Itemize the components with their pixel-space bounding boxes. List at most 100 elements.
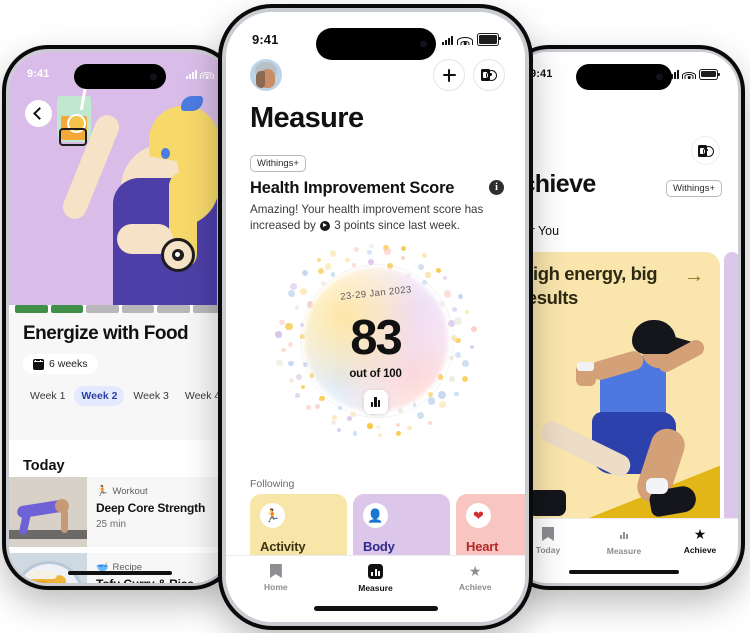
score-dot [295,393,301,399]
chevron-left-icon [33,107,46,120]
scene: 9:41 Energize with Food 6 weeks Week 1 W… [0,0,750,633]
hero-earring [161,148,170,159]
course-hero-image: 9:41 [9,52,231,305]
plus-icon [442,68,456,82]
tab-label: Measure [358,583,393,593]
score-dot [367,250,373,256]
signal-bars-icon [442,34,453,45]
week-tab-2[interactable]: Week 2 [74,385,125,406]
device-scan-icon [697,144,714,157]
list-item[interactable]: 🥣 Recipe Tofu Curry & Rice 25 min [9,553,231,583]
top-bar [250,58,505,92]
list-item[interactable]: 🏃 Workout Deep Core Strength 25 min [9,477,231,547]
device-scan-icon [481,69,497,81]
heart-icon: ❤ [466,503,491,528]
tab-measure[interactable]: Measure [586,527,662,556]
wifi-icon [457,34,473,45]
tab-bar-center[interactable]: Home Measure ★ Achieve [226,555,525,622]
star-icon: ★ [468,563,482,579]
score-dot [301,269,309,276]
recipe-thumbnail [9,553,87,583]
score-dot [300,384,305,389]
home-indicator-left [68,571,172,575]
score-dot [324,263,332,270]
score-dot [400,245,406,251]
week-tab-1[interactable]: Week 1 [23,386,72,406]
runner-icon: 🏃 [96,486,109,497]
phone-left-screen: 9:41 Energize with Food 6 weeks Week 1 W… [9,52,231,583]
status-time: 9:41 [252,32,279,47]
course-progress-bar [9,305,231,313]
score-dot [439,400,447,408]
card-name: Activity [260,539,306,554]
tab-label: Achieve [683,545,717,555]
premium-badge: Withings+ [250,155,306,172]
tab-label: Today [535,545,561,555]
score-dot [425,272,431,278]
avatar[interactable] [250,59,282,91]
runner-sock [646,478,668,494]
score-dot [337,427,342,433]
page-title: Measure [250,102,364,134]
tab-label: Home [264,582,288,592]
next-card-peek[interactable] [724,252,738,552]
tab-label: Achieve [458,582,492,592]
body-person-icon: 👤 [363,503,388,528]
item-kind: 🏃 Workout [96,486,205,497]
featured-card[interactable]: High energy, big results → [510,252,720,552]
today-list: 🏃 Workout Deep Core Strength 25 min 🥣 Re… [9,477,231,583]
dynamic-island-center [315,28,436,60]
add-button[interactable] [433,59,465,91]
phone-right-screen: 9:41 Achieve Withings+ For You High ener… [510,52,738,583]
score-dot [369,243,374,249]
score-dot [289,283,297,291]
battery-icon [477,33,501,46]
status-time: 9:41 [530,68,553,80]
card-name: Heart [466,539,499,554]
tab-home[interactable]: Home [226,564,326,592]
calendar-icon [33,358,44,370]
score-dot [436,267,442,273]
score-dot [306,404,312,410]
wifi-icon [682,70,696,79]
status-time: 9:41 [27,68,50,80]
score-dot [376,424,381,430]
signal-bars-icon [186,69,197,79]
score-dot [352,431,358,436]
score-dot [395,422,400,427]
score-out-of: out of 100 [349,368,402,380]
week-tab-3[interactable]: Week 3 [126,386,175,406]
info-icon[interactable]: i [489,180,504,195]
score-dot [422,253,427,258]
device-scan-button[interactable] [473,59,505,91]
back-button[interactable] [25,100,52,127]
health-score-ring[interactable]: 23-29 Jan 2023 83 out of 100 [275,240,477,440]
wifi-icon [200,70,214,79]
score-dot [438,390,447,399]
week-tabs[interactable]: Week 1 Week 2 Week 3 Week 4 [23,385,220,406]
score-dot [452,307,458,313]
trend-up-icon [319,220,330,231]
hero-watch-dot [175,252,180,257]
device-scan-button[interactable] [691,136,720,165]
bookmark-icon [542,527,554,541]
course-title: Energize with Food [23,323,189,344]
score-dot [299,287,308,296]
score-dot [396,431,402,436]
tab-achieve[interactable]: ★ Achieve [662,527,738,555]
tab-achieve[interactable]: ★ Achieve [425,564,525,592]
score-dot [318,268,324,274]
score-dot [345,257,351,263]
item-kind-label: Workout [112,486,148,497]
bar-chart-icon [368,564,383,579]
tab-measure[interactable]: Measure [326,564,426,593]
score-description-after: 3 points since last week. [334,219,460,232]
course-duration-chip: 6 weeks [23,354,98,374]
phone-left: 9:41 Energize with Food 6 weeks Week 1 W… [2,45,238,590]
score-dot [407,426,412,431]
score-dot [314,404,320,409]
score-dot [316,257,321,262]
score-chart-button[interactable] [363,390,388,414]
running-person-icon: 🏃 [260,503,285,528]
score-value: 83 [350,311,403,365]
